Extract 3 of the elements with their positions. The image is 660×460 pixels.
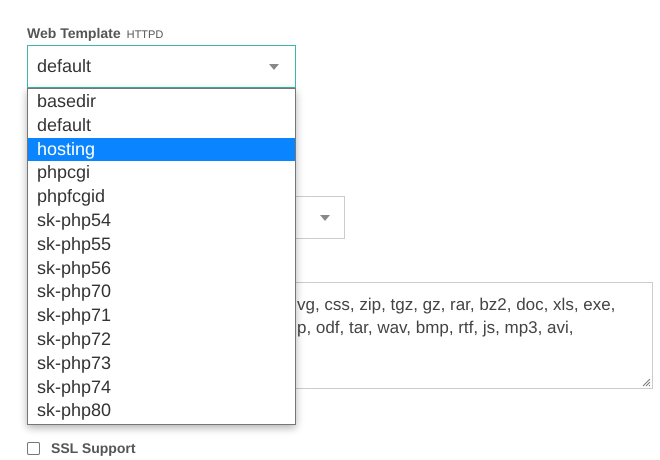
field-label: Web Template — [27, 24, 121, 43]
checkbox-label: SSL Support — [51, 439, 136, 458]
server-tag: HTTPD — [126, 27, 164, 44]
